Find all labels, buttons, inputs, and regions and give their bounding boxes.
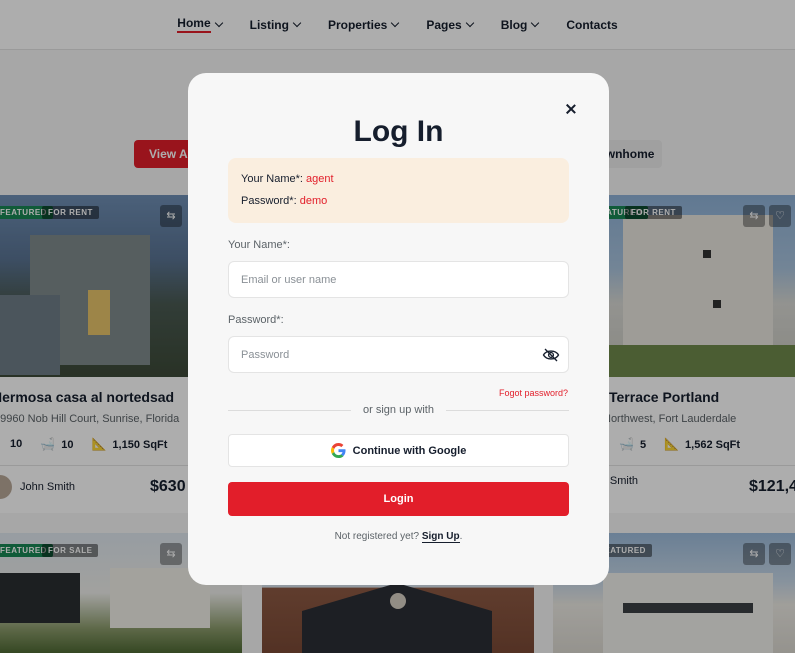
demo-password-label: Password*:	[241, 195, 297, 207]
demo-password-line: Password*: demo	[241, 195, 327, 207]
signup-suffix: .	[459, 531, 463, 542]
password-input[interactable]	[229, 337, 519, 372]
password-field-wrapper	[228, 336, 569, 373]
demo-name-label: Your Name*:	[241, 173, 303, 185]
continue-with-google-button[interactable]: Continue with Google	[228, 434, 569, 467]
google-icon	[330, 443, 346, 458]
name-field-label: Your Name*:	[228, 239, 290, 251]
username-input[interactable]	[229, 262, 519, 297]
modal-title: Log In	[353, 115, 444, 148]
demo-name-value: agent	[306, 173, 334, 185]
demo-name-line: Your Name*: agent	[241, 173, 334, 185]
demo-credentials-box: Your Name*: agent Password*: demo	[228, 158, 569, 223]
login-modal: Log In Your Name*: agent Password*: demo…	[188, 73, 609, 585]
divider-line	[228, 409, 352, 411]
signup-prefix: Not registered yet?	[334, 531, 420, 542]
divider-line	[445, 409, 569, 411]
signup-prompt: Not registered yet? Sign Up.	[188, 531, 609, 543]
or-divider: or sign up with	[228, 403, 569, 417]
forgot-password-link[interactable]: Fogot password?	[499, 388, 568, 398]
login-button[interactable]: Login	[228, 482, 569, 516]
eye-off-icon[interactable]	[542, 347, 560, 363]
password-field-label: Password*:	[228, 314, 284, 326]
name-field-wrapper	[228, 261, 569, 298]
demo-password-value: demo	[299, 195, 328, 207]
google-button-label: Continue with Google	[352, 444, 467, 457]
or-text: or sign up with	[363, 404, 434, 416]
sign-up-link[interactable]: Sign Up	[421, 531, 460, 543]
